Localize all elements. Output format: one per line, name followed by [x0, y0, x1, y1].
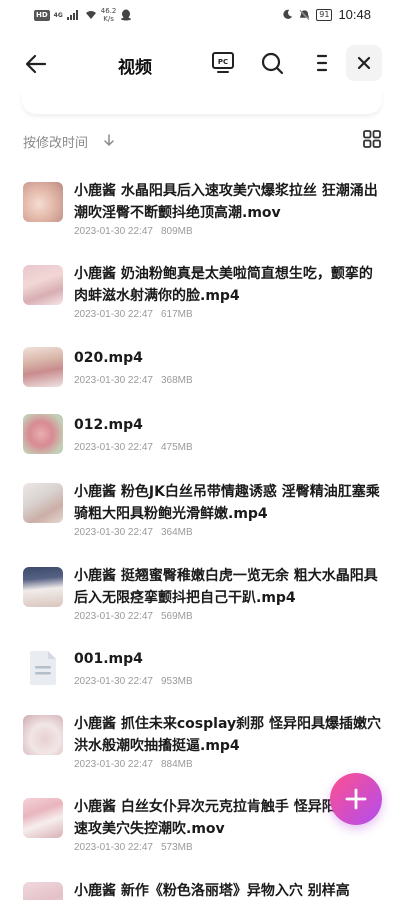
file-size: 617MB	[160, 309, 193, 320]
file-size: 573MB	[160, 842, 193, 853]
file-meta: 2023-01-30 22:47 475MB	[74, 442, 193, 453]
file-size: 884MB	[160, 759, 193, 770]
status-bar: HD 4G 46.2 K/s 91 10:48	[0, 0, 405, 32]
file-size: 368MB	[160, 375, 193, 386]
file-name: 小鹿酱 新作《粉色洛丽塔》异物入穴 别样高	[74, 883, 350, 899]
search-button[interactable]	[259, 50, 285, 76]
file-date: 2023-01-30 22:47	[74, 842, 153, 853]
signal-icon	[66, 10, 78, 20]
file-meta: 2023-01-30 22:47 809MB	[74, 226, 193, 237]
video-thumbnail	[23, 483, 63, 523]
file-meta: 2023-01-30 22:47 364MB	[74, 527, 193, 538]
status-right: 91 10:48	[282, 7, 371, 22]
file-meta: 2023-01-30 22:47 368MB	[74, 375, 193, 386]
qq-notification-icon	[121, 9, 132, 21]
file-name: 小鹿酱 粉色JK白丝吊带情趣诱惑 淫臀精油肛塞乘骑粗大阳具粉鲍光滑鲜嫩.mp4	[74, 484, 380, 522]
wifi-icon	[85, 11, 96, 19]
sort-bar: 按修改时间	[23, 128, 383, 152]
file-date: 2023-01-30 22:47	[74, 442, 153, 453]
sort-down-arrow-icon[interactable]	[103, 133, 115, 147]
file-size: 569MB	[160, 611, 193, 622]
plus-icon	[345, 788, 367, 810]
generic-file-icon	[30, 651, 56, 685]
file-name: 012.mp4	[74, 417, 143, 433]
file-date: 2023-01-30 22:47	[74, 527, 153, 538]
close-button[interactable]	[346, 45, 382, 81]
video-thumbnail	[23, 567, 63, 607]
network-type: 4G	[53, 11, 63, 19]
video-thumbnail	[23, 715, 63, 755]
file-date: 2023-01-30 22:47	[74, 226, 153, 237]
file-size: 364MB	[160, 527, 193, 538]
file-size: 809MB	[160, 226, 193, 237]
status-time: 10:48	[338, 7, 371, 22]
file-date: 2023-01-30 22:47	[74, 676, 153, 687]
pc-transfer-button[interactable]: PC	[210, 50, 236, 76]
file-name: 001.mp4	[74, 651, 143, 667]
video-file-icon	[23, 648, 63, 688]
file-meta: 2023-01-30 22:47 953MB	[74, 676, 193, 687]
battery-icon: 91	[316, 8, 333, 21]
file-name: 小鹿酱 抓住未来cosplay刹那 怪异阳具爆插嫩穴洪水般潮吹抽搐挺逼.mp4	[74, 716, 381, 754]
video-thumbnail	[23, 882, 63, 900]
svg-text:PC: PC	[218, 58, 228, 66]
file-date: 2023-01-30 22:47	[74, 309, 153, 320]
status-left: HD 4G 46.2 K/s	[34, 7, 132, 23]
sort-by-modified-button[interactable]: 按修改时间	[23, 132, 88, 151]
pc-monitor-icon: PC	[212, 52, 234, 73]
file-date: 2023-01-30 22:47	[74, 759, 153, 770]
file-meta: 2023-01-30 22:47 573MB	[74, 842, 193, 853]
file-meta: 2023-01-30 22:47 884MB	[74, 759, 193, 770]
video-thumbnail	[23, 347, 63, 387]
search-card	[22, 90, 382, 114]
moon-icon	[283, 9, 293, 19]
network-speed: 46.2 K/s	[100, 7, 117, 23]
more-menu-button[interactable]	[310, 50, 334, 76]
file-size: 475MB	[160, 442, 193, 453]
hd-badge: HD	[34, 9, 50, 21]
file-name: 小鹿酱 奶油粉鲍真是太美啦简直想生吃，颤挛的肉蚌滋水射满你的脸.mp4	[74, 266, 373, 304]
video-thumbnail	[23, 182, 63, 222]
file-date: 2023-01-30 22:47	[74, 375, 153, 386]
file-size: 953MB	[160, 676, 193, 687]
app-header: 视频 PC	[0, 40, 405, 88]
grid-view-icon[interactable]	[361, 128, 383, 150]
file-meta: 2023-01-30 22:47 617MB	[74, 309, 193, 320]
file-name: 小鹿酱 水晶阳具后入速攻美穴爆浆拉丝 狂潮涌出潮吹淫臀不断颤抖绝顶高潮.mov	[74, 183, 378, 221]
video-thumbnail	[23, 265, 63, 305]
file-meta: 2023-01-30 22:47 569MB	[74, 611, 193, 622]
menu-lines-icon	[316, 54, 328, 72]
file-name: 小鹿酱 挺翘蜜臀稚嫩白虎一览无余 粗大水晶阳具后入无限痉挛颤抖把自己干趴.mp4	[74, 568, 378, 606]
search-icon	[261, 52, 284, 75]
video-thumbnail	[23, 798, 63, 838]
file-name: 020.mp4	[74, 350, 143, 366]
close-icon	[357, 56, 371, 70]
add-button[interactable]	[330, 773, 382, 825]
mute-bell-icon	[299, 9, 310, 20]
video-thumbnail	[23, 414, 63, 454]
file-date: 2023-01-30 22:47	[74, 611, 153, 622]
